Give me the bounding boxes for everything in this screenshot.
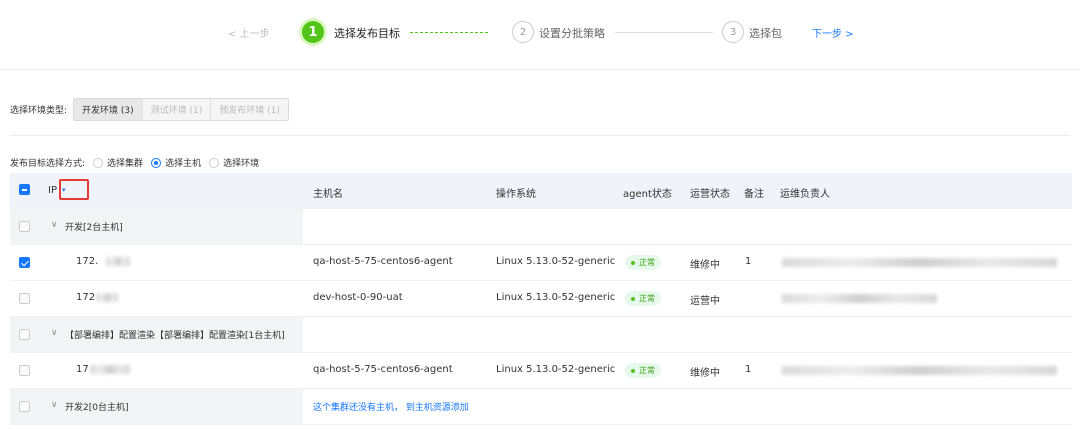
step-2-label: 设置分批策略	[539, 27, 605, 40]
os-cell: Linux 5.13.0-52-generic	[496, 364, 616, 375]
group-label: 开发[2台主机]	[65, 223, 123, 233]
step-1-label: 选择发布目标	[334, 27, 400, 40]
ip-cell: 172	[76, 292, 96, 303]
env-option-test[interactable]: 测试环境 (1)	[143, 99, 212, 120]
step-connector-2	[615, 32, 713, 33]
row-checkbox[interactable]	[19, 365, 30, 376]
ops-status-cell: 维修中	[690, 368, 720, 379]
group-row[interactable]: ∨ 开发2[0台主机] 这个集群还没有主机， 到主机资源添加	[10, 389, 1072, 425]
table-row[interactable]: 172. qa-host-5-75-centos6-agent Linux 5.…	[10, 245, 1072, 281]
radio-host-label[interactable]: 选择主机	[165, 156, 201, 169]
step-2-indicator: 2	[512, 21, 534, 43]
col-agent: agent状态	[623, 189, 672, 200]
note-cell: 1	[745, 364, 752, 375]
col-note: 备注	[744, 189, 764, 200]
chevron-down-icon[interactable]: ∨	[51, 328, 58, 338]
ops-status-cell: 运营中	[690, 296, 720, 307]
redacted-owner	[782, 294, 937, 303]
chevron-down-icon[interactable]: ∨	[51, 220, 58, 230]
ip-cell: 17	[76, 364, 89, 375]
redacted-ip	[96, 293, 118, 302]
step-3-indicator: 3	[722, 21, 744, 43]
divider	[10, 135, 1070, 136]
redacted-ip	[106, 257, 130, 266]
radio-env[interactable]	[209, 157, 220, 168]
add-host-link[interactable]: 这个集群还没有主机， 到主机资源添加	[313, 400, 469, 413]
hostname-cell: dev-host-0-90-uat	[313, 292, 403, 303]
radio-cluster-label[interactable]: 选择集群	[107, 156, 143, 169]
hostname-cell: qa-host-5-75-centos6-agent	[313, 256, 453, 267]
target-method-label: 发布目标选择方式:	[10, 159, 86, 169]
next-step-button[interactable]: 下一步 >	[812, 25, 854, 40]
hostname-cell: qa-host-5-75-centos6-agent	[313, 364, 453, 375]
step-connector-1	[410, 32, 488, 33]
ops-status-cell: 维修中	[690, 260, 720, 271]
ip-cell: 172.	[76, 256, 99, 267]
group-row[interactable]: ∨ 【部署编排】配置渲染【部署编排】配置渲染[1台主机]	[10, 317, 1072, 353]
col-os: 操作系统	[496, 189, 536, 200]
step-3-label: 选择包	[749, 27, 782, 40]
note-cell: 1	[745, 256, 752, 267]
os-cell: Linux 5.13.0-52-generic	[496, 256, 616, 267]
redacted-owner	[782, 258, 1057, 267]
col-ip: IP	[48, 185, 57, 196]
group-checkbox[interactable]	[19, 329, 30, 340]
col-hostname: 主机名	[313, 189, 343, 200]
row-checkbox[interactable]	[19, 293, 30, 304]
stepper: < 上一步 1 选择发布目标 2 设置分批策略 3 选择包 下一步 >	[0, 0, 1080, 70]
group-checkbox[interactable]	[19, 401, 30, 412]
env-type-row: 选择环境类型: 开发环境 (3) 测试环境 (1) 预发布环境 (1)	[10, 98, 289, 121]
radio-host[interactable]	[151, 157, 162, 168]
agent-status-badge: 正常	[625, 255, 661, 270]
radio-env-label[interactable]: 选择环境	[223, 156, 259, 169]
group-checkbox[interactable]	[19, 221, 30, 232]
target-method-row: 发布目标选择方式: 选择集群 选择主机 选择环境	[10, 156, 259, 169]
agent-status-badge: 正常	[625, 291, 661, 306]
os-cell: Linux 5.13.0-52-generic	[496, 292, 616, 303]
host-table: IP ▾ 主机名 操作系统 agent状态 运营状态 备注 运维负责人 ∨ 开发…	[10, 173, 1072, 425]
col-owner: 运维负责人	[780, 189, 830, 200]
group-label: 【部署编排】配置渲染【部署编排】配置渲染[1台主机]	[65, 331, 285, 341]
radio-cluster[interactable]	[93, 157, 104, 168]
table-row[interactable]: 172 dev-host-0-90-uat Linux 5.13.0-52-ge…	[10, 281, 1072, 317]
redacted-ip	[90, 365, 130, 374]
sort-highlight-box	[59, 179, 89, 200]
select-all-checkbox[interactable]	[19, 184, 30, 195]
redacted-owner	[782, 366, 1057, 375]
env-option-staging[interactable]: 预发布环境 (1)	[211, 99, 288, 120]
table-row[interactable]: 17 qa-host-5-75-centos6-agent Linux 5.13…	[10, 353, 1072, 389]
step-1-indicator: 1	[302, 21, 324, 43]
group-label: 开发2[0台主机]	[65, 403, 129, 413]
row-checkbox[interactable]	[19, 257, 30, 268]
agent-status-badge: 正常	[625, 363, 661, 378]
chevron-down-icon[interactable]: ∨	[51, 400, 58, 410]
group-row[interactable]: ∨ 开发[2台主机]	[10, 209, 1072, 245]
prev-step-button[interactable]: < 上一步	[228, 25, 270, 40]
env-option-dev[interactable]: 开发环境 (3)	[74, 99, 143, 120]
col-ops: 运营状态	[690, 189, 730, 200]
table-header: IP ▾ 主机名 操作系统 agent状态 运营状态 备注 运维负责人	[10, 173, 1072, 209]
env-type-label: 选择环境类型:	[10, 106, 68, 116]
env-type-segmented: 开发环境 (3) 测试环境 (1) 预发布环境 (1)	[73, 98, 289, 121]
